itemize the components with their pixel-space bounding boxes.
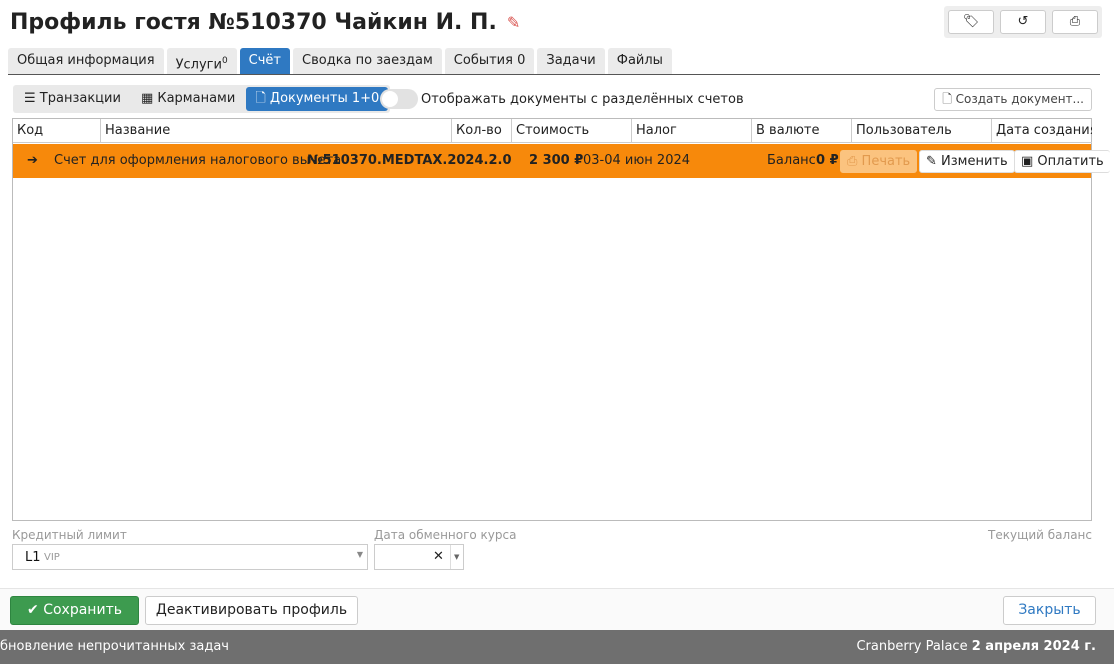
col-qty[interactable]: Кол-во: [452, 119, 512, 143]
tab-account[interactable]: Счёт: [239, 48, 291, 74]
label: Сохранить: [43, 602, 122, 618]
credit-sub: VIP: [44, 552, 60, 563]
col-tax[interactable]: Налог: [632, 119, 752, 143]
balance-value: 0 ₽: [816, 153, 839, 168]
list-icon: ☰: [24, 91, 40, 106]
tags-icon[interactable]: 🏷: [948, 10, 994, 34]
label: Печать: [861, 154, 911, 169]
subtab-pockets[interactable]: ▦ Карманами: [132, 87, 244, 111]
toggle-label: Отображать документы с разделённых счето…: [421, 92, 744, 107]
money-icon: ▣: [1021, 154, 1038, 169]
label: Карманами: [157, 91, 236, 106]
status-bar: бновление непрочитанных задач Cranberry …: [0, 630, 1114, 664]
pencil-icon: ✎: [926, 154, 942, 169]
tab-general[interactable]: Общая информация: [8, 48, 164, 74]
tab-files[interactable]: Файлы: [607, 48, 672, 74]
balance-label: Баланс: [767, 153, 816, 168]
doc-dates: 03-04 июн 2024: [583, 153, 691, 168]
status-message: бновление непрочитанных задач: [0, 639, 229, 654]
view-switcher: ☰ Транзакции ▦ Карманами 🗋 Документы 1+0: [13, 85, 391, 113]
pay-button[interactable]: ▣ Оплатить: [1014, 150, 1110, 173]
doc-number: №510370.MEDTAX.2024.2.0: [307, 153, 512, 168]
doc-amount: 2 300 ₽: [529, 153, 584, 168]
create-document-button[interactable]: 🗋 Создать документ...: [934, 88, 1092, 111]
close-button[interactable]: Закрыть: [1003, 596, 1096, 625]
document-icon: 🗋: [255, 91, 270, 106]
credit-value: L1: [25, 550, 41, 565]
col-cost[interactable]: Стоимость: [512, 119, 632, 143]
header-toolbar: 🏷 ↺ ⎙: [944, 6, 1102, 38]
credit-limit-select[interactable]: L1 VIP ▼: [12, 544, 368, 570]
label: Изменить: [941, 154, 1008, 169]
page-title: Профиль гостя №510370 Чайкин И. П. ✎: [10, 10, 520, 35]
title-text: Профиль гостя №510370 Чайкин И. П.: [10, 10, 497, 35]
subtab-documents[interactable]: 🗋 Документы 1+0: [246, 87, 389, 111]
documents-table: Код Название Кол-во Стоимость Налог В ва…: [12, 118, 1110, 521]
chevron-down-icon[interactable]: ▼: [450, 545, 459, 569]
label: Оплатить: [1037, 154, 1104, 169]
label: Создать документ...: [955, 92, 1084, 106]
tab-tasks[interactable]: Задачи: [537, 48, 605, 74]
tab-events[interactable]: События 0: [444, 48, 535, 74]
edit-button[interactable]: ✎ Изменить: [919, 150, 1015, 173]
current-date: 2 апреля 2024 г.: [971, 639, 1096, 654]
chevron-down-icon: ▼: [356, 550, 363, 559]
hotel-name: Cranberry Palace: [856, 639, 968, 654]
check-icon: ✔: [27, 602, 44, 618]
rate-date-input[interactable]: ✕ ▼: [374, 544, 464, 570]
credit-limit-label: Кредитный лимит: [12, 528, 127, 542]
tab-divider: [8, 74, 1100, 75]
col-name[interactable]: Название: [101, 119, 452, 143]
deactivate-profile-button[interactable]: Деактивировать профиль: [145, 596, 358, 625]
current-balance-label: Текущий баланс: [988, 528, 1092, 542]
history-icon[interactable]: ↺: [1000, 10, 1046, 34]
print-button[interactable]: ⎙ Печать: [840, 150, 918, 173]
label: Транзакции: [39, 91, 121, 106]
clear-icon[interactable]: ✕: [433, 549, 444, 564]
col-user[interactable]: Пользователь: [852, 119, 992, 143]
col-currency[interactable]: В валюте: [752, 119, 852, 143]
table-row[interactable]: ➔ Счет для оформления налогового вычета …: [13, 144, 1110, 178]
tab-services[interactable]: Услуги0: [166, 48, 237, 74]
col-created[interactable]: Дата создания: [992, 119, 1092, 143]
arrow-circle-icon[interactable]: ➔: [27, 144, 38, 178]
tab-badge: 0: [221, 56, 228, 66]
tab-stays[interactable]: Сводка по заездам: [293, 48, 442, 74]
subtab-transactions[interactable]: ☰ Транзакции: [15, 87, 130, 111]
grid-icon: ▦: [140, 91, 158, 106]
footer-bar: ✔ Сохранить Деактивировать профиль Закры…: [0, 588, 1114, 630]
tab-bar: Общая информация Услуги0 Счёт Сводка по …: [8, 48, 672, 74]
label: Документы 1+0: [269, 91, 380, 106]
edit-pencil-icon[interactable]: ✎: [507, 13, 520, 32]
doc-name: Счет для оформления налогового вычета: [54, 153, 342, 168]
print-icon[interactable]: ⎙: [1052, 10, 1098, 34]
rate-date-label: Дата обменного курса: [374, 528, 517, 542]
col-code[interactable]: Код: [13, 119, 101, 143]
split-docs-toggle[interactable]: [380, 89, 418, 109]
tab-label: Услуги: [175, 57, 222, 73]
save-button[interactable]: ✔ Сохранить: [10, 596, 139, 625]
document-icon: 🗋: [942, 92, 956, 106]
